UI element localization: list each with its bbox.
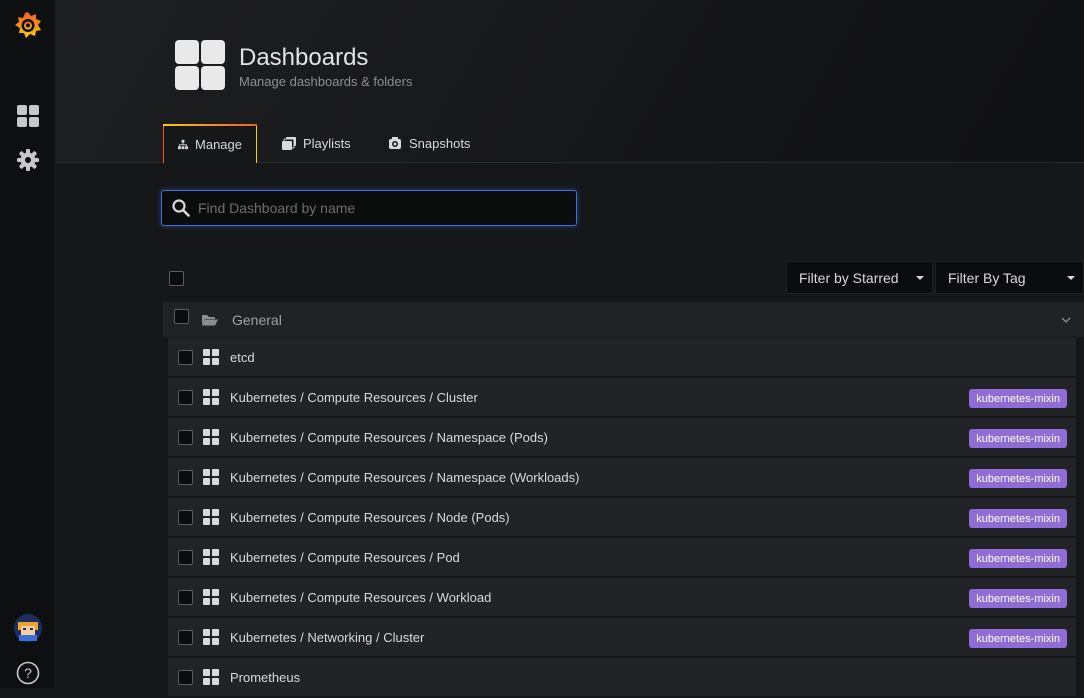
- tab-snapshots-label: Snapshots: [409, 136, 471, 151]
- search-input[interactable]: [198, 200, 558, 216]
- dashboard-row[interactable]: Kubernetes / Compute Resources / Namespa…: [168, 418, 1076, 456]
- row-checkbox[interactable]: [178, 549, 193, 565]
- select-all-checkbox[interactable]: [169, 271, 184, 286]
- dashboard-row[interactable]: Kubernetes / Compute Resources / Node (P…: [168, 498, 1076, 536]
- playlist-icon: [282, 137, 296, 150]
- dashboard-icon: [203, 389, 219, 405]
- dashboards-icon[interactable]: [0, 104, 56, 128]
- dashboard-row[interactable]: Kubernetes / Compute Resources / Pod kub…: [168, 538, 1076, 576]
- tab-manage[interactable]: Manage: [163, 124, 257, 163]
- folder-open-icon: [202, 314, 218, 325]
- dashboard-title[interactable]: etcd: [230, 350, 255, 365]
- dashboard-icon: [203, 509, 219, 525]
- filter-by-tag-select[interactable]: Filter By Tag: [935, 261, 1084, 294]
- tag-badge[interactable]: kubernetes-mixin: [969, 429, 1067, 448]
- tag-badge[interactable]: kubernetes-mixin: [969, 549, 1067, 568]
- dashboard-icon: [203, 629, 219, 645]
- dashboard-row[interactable]: Kubernetes / Compute Resources / Cluster…: [168, 378, 1076, 416]
- caret-down-icon: [1067, 275, 1075, 280]
- caret-down-icon: [916, 275, 924, 280]
- page-title: Dashboards: [239, 44, 369, 71]
- row-checkbox[interactable]: [178, 629, 193, 645]
- sitemap-icon: [178, 139, 189, 150]
- row-checkbox[interactable]: [178, 389, 193, 405]
- dashboard-row[interactable]: Kubernetes / Compute Resources / Namespa…: [168, 458, 1076, 496]
- row-checkbox[interactable]: [178, 509, 193, 525]
- user-avatar[interactable]: [0, 612, 56, 644]
- folder-checkbox[interactable]: [174, 309, 189, 324]
- dashboard-icon: [203, 349, 219, 365]
- folder-name: General: [232, 311, 282, 328]
- grafana-logo-icon[interactable]: [0, 8, 56, 44]
- search-box[interactable]: [161, 190, 577, 226]
- row-checkbox[interactable]: [178, 469, 193, 485]
- page-subtitle: Manage dashboards & folders: [239, 74, 413, 89]
- dashboard-row[interactable]: Prometheus: [168, 658, 1076, 696]
- dashboard-title[interactable]: Kubernetes / Compute Resources / Workloa…: [230, 590, 491, 605]
- svg-text:?: ?: [24, 665, 32, 681]
- tag-badge[interactable]: kubernetes-mixin: [969, 629, 1067, 648]
- dashboard-title[interactable]: Kubernetes / Compute Resources / Pod: [230, 550, 460, 565]
- filter-by-starred-label: Filter by Starred: [799, 269, 899, 286]
- dashboard-title[interactable]: Kubernetes / Compute Resources / Cluster: [230, 390, 478, 405]
- folder-general[interactable]: General: [163, 302, 1084, 337]
- dashboard-title[interactable]: Kubernetes / Compute Resources / Namespa…: [230, 430, 548, 445]
- dashboard-row[interactable]: Kubernetes / Networking / Cluster kubern…: [168, 618, 1076, 656]
- row-checkbox[interactable]: [178, 589, 193, 605]
- dashboard-icon: [203, 669, 219, 685]
- chevron-down-icon[interactable]: [1061, 317, 1071, 323]
- tag-badge[interactable]: kubernetes-mixin: [969, 589, 1067, 608]
- dashboard-title[interactable]: Kubernetes / Compute Resources / Namespa…: [230, 470, 579, 485]
- dashboard-title[interactable]: Prometheus: [230, 670, 300, 685]
- dashboard-title[interactable]: Kubernetes / Compute Resources / Node (P…: [230, 510, 510, 525]
- tab-playlists[interactable]: Playlists: [268, 124, 365, 163]
- filter-by-starred-select[interactable]: Filter by Starred: [786, 261, 933, 294]
- search-icon: [172, 199, 190, 217]
- dashboard-row[interactable]: Kubernetes / Compute Resources / Workloa…: [168, 578, 1076, 616]
- snapshot-icon: [389, 137, 401, 149]
- row-checkbox[interactable]: [178, 349, 193, 365]
- dashboard-title[interactable]: Kubernetes / Networking / Cluster: [230, 630, 424, 645]
- dashboard-icon: [203, 469, 219, 485]
- dashboards-page-icon: [175, 40, 225, 90]
- help-icon[interactable]: ?: [0, 660, 56, 686]
- gear-icon[interactable]: [0, 148, 56, 172]
- row-checkbox[interactable]: [178, 429, 193, 445]
- dashboard-row[interactable]: etcd: [168, 338, 1076, 376]
- dashboard-list: etcd Kubernetes / Compute Resources / Cl…: [168, 338, 1076, 698]
- dashboard-icon: [203, 549, 219, 565]
- dashboard-icon: [203, 589, 219, 605]
- tab-snapshots[interactable]: Snapshots: [374, 124, 484, 163]
- dashboard-icon: [203, 429, 219, 445]
- tag-badge[interactable]: kubernetes-mixin: [969, 509, 1067, 528]
- filter-by-tag-label: Filter By Tag: [948, 269, 1026, 286]
- page-header: Dashboards Manage dashboards & folders M…: [56, 0, 1084, 163]
- tab-manage-label: Manage: [195, 137, 242, 152]
- tag-badge[interactable]: kubernetes-mixin: [969, 469, 1067, 488]
- tag-badge[interactable]: kubernetes-mixin: [969, 389, 1067, 408]
- sidebar: ?: [0, 0, 56, 688]
- row-checkbox[interactable]: [178, 669, 193, 685]
- tab-playlists-label: Playlists: [303, 136, 351, 151]
